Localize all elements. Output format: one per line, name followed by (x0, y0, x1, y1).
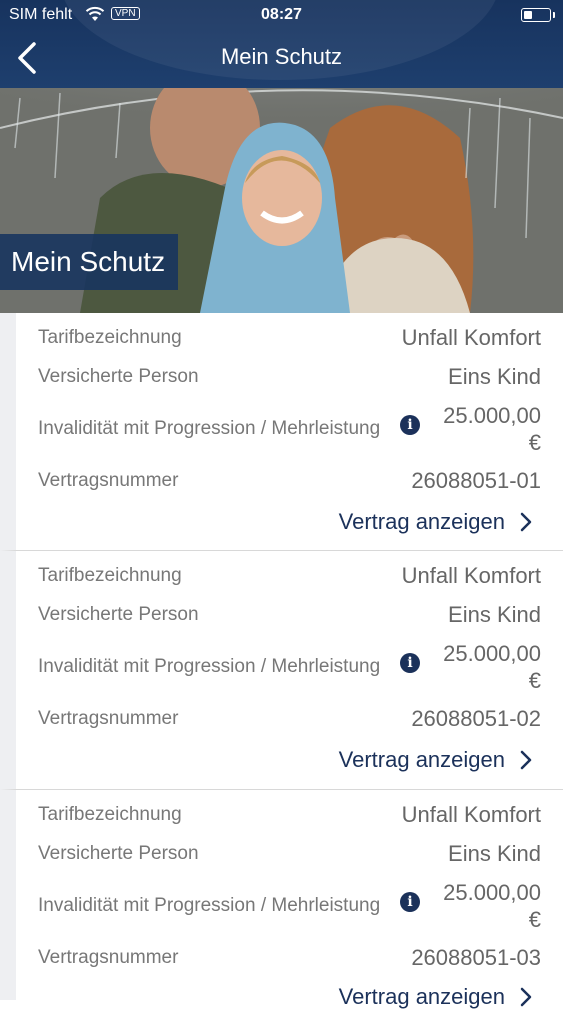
tariff-value: Unfall Komfort (401, 802, 541, 827)
tariff-value: Unfall Komfort (401, 563, 541, 588)
tariff-label: Tarifbezeichnung (38, 804, 182, 825)
tariff-label: Tarifbezeichnung (38, 565, 182, 586)
chevron-right-icon (520, 750, 532, 770)
contract-number-value: 26088051-02 (411, 706, 541, 731)
tariff-value: Unfall Komfort (401, 325, 541, 350)
contract-card: Tarifbezeichnung Unfall Komfort Versiche… (0, 313, 563, 551)
view-contract-link[interactable]: Vertrag anzeigen (339, 509, 533, 535)
person-label: Versicherte Person (38, 604, 199, 625)
person-label: Versicherte Person (38, 843, 199, 864)
nav-bar: SIM fehlt VPN 08:27 Mein Schutz (0, 0, 563, 88)
info-icon[interactable]: i (400, 415, 420, 435)
tariff-label: Tarifbezeichnung (38, 327, 182, 348)
contract-card: Tarifbezeichnung Unfall Komfort Versiche… (0, 790, 563, 1009)
invalidity-value: 25.000,00 € (443, 880, 541, 932)
invalidity-label: Invalidität mit Progression / Mehrleistu… (38, 895, 381, 916)
contract-number-label: Vertragsnummer (38, 470, 179, 491)
view-contract-label: Vertrag anzeigen (338, 984, 505, 1009)
invalidity-label: Invalidität mit Progression / Mehrleistu… (38, 418, 381, 439)
contract-list: Tarifbezeichnung Unfall Komfort Versiche… (0, 313, 563, 1009)
view-contract-label: Vertrag anzeigen (338, 509, 505, 534)
person-value: Eins Kind (448, 364, 541, 389)
contract-number-label: Vertragsnummer (38, 947, 179, 968)
invalidity-value: 25.000,00 € (443, 641, 541, 693)
status-bar: SIM fehlt VPN 08:27 (0, 0, 563, 30)
hero-image: Mein Schutz (0, 88, 563, 313)
clock: 08:27 (261, 6, 302, 23)
contract-card: Tarifbezeichnung Unfall Komfort Versiche… (0, 551, 563, 790)
chevron-right-icon (520, 987, 532, 1007)
chevron-right-icon (520, 512, 532, 532)
invalidity-value: 25.000,00 € (443, 403, 541, 455)
view-contract-link[interactable]: Vertrag anzeigen (339, 747, 533, 773)
contract-number-value: 26088051-03 (411, 945, 541, 970)
info-icon[interactable]: i (400, 653, 420, 673)
view-contract-link[interactable]: Vertrag anzeigen (339, 984, 533, 1010)
invalidity-label: Invalidität mit Progression / Mehrleistu… (38, 656, 381, 677)
page-title: Mein Schutz (220, 44, 343, 69)
battery-icon (521, 8, 555, 22)
person-value: Eins Kind (448, 602, 541, 627)
contract-number-value: 26088051-01 (411, 468, 541, 493)
person-label: Versicherte Person (38, 366, 199, 387)
info-icon[interactable]: i (400, 892, 420, 912)
contract-number-label: Vertragsnummer (38, 708, 179, 729)
hero-title: Mein Schutz (0, 234, 178, 290)
view-contract-label: Vertrag anzeigen (338, 747, 505, 772)
person-value: Eins Kind (448, 841, 541, 866)
